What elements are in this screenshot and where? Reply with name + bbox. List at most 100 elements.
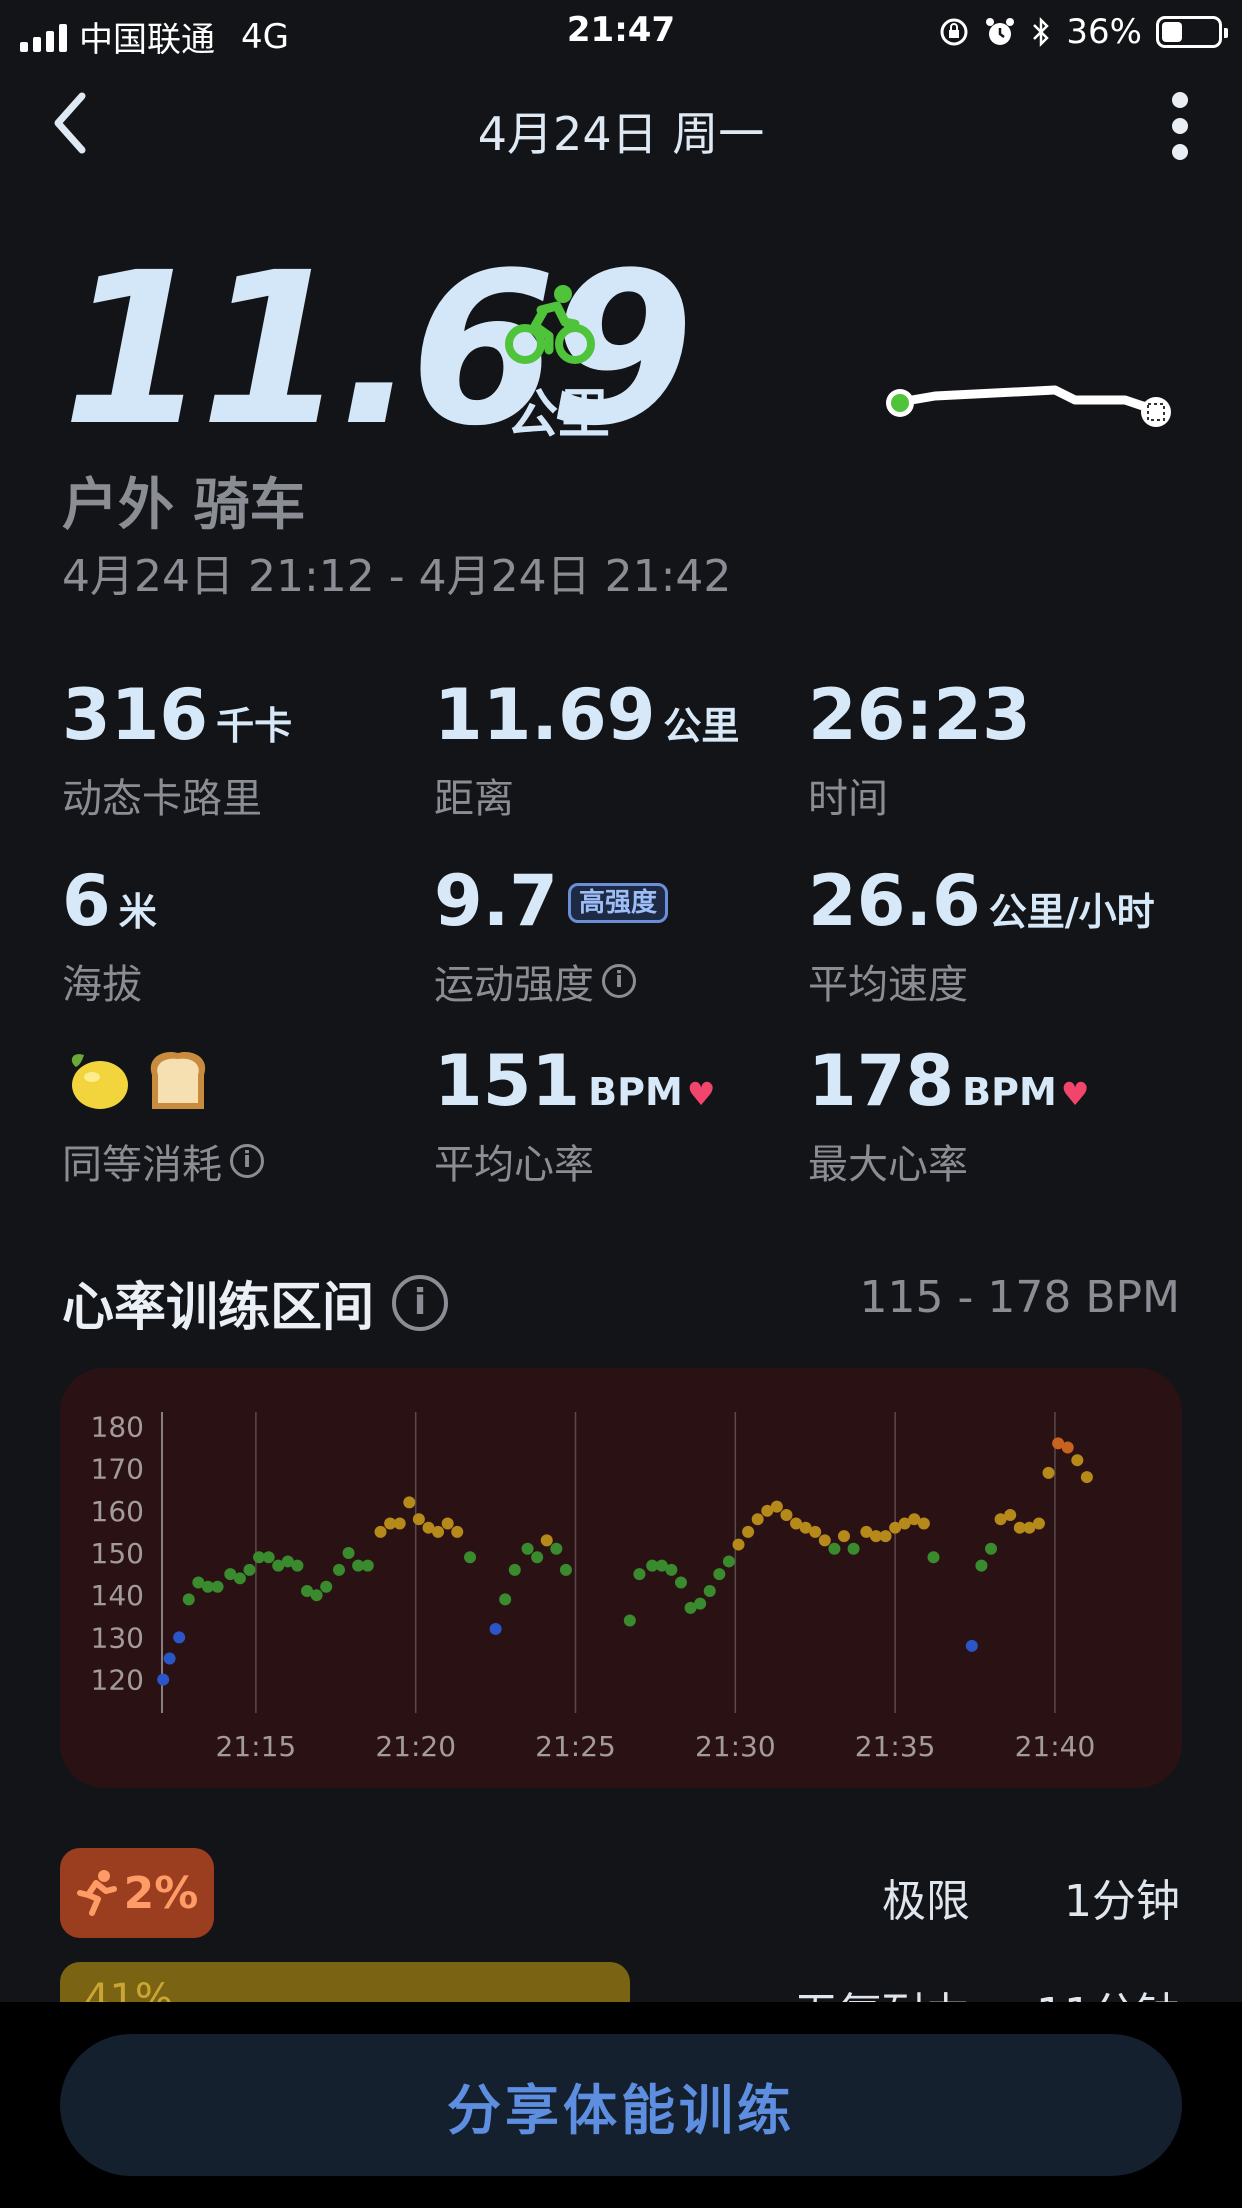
- hr-point: [182, 1593, 195, 1606]
- avg-hr-unit: BPM: [588, 1070, 683, 1114]
- hr-point: [975, 1559, 988, 1572]
- max-hr-label: 最大心率: [808, 1142, 968, 1188]
- bread-icon: [150, 1051, 206, 1109]
- elevation-label: 海拔: [62, 962, 142, 1008]
- info-icon[interactable]: i: [230, 1144, 264, 1178]
- x-tick-label: 21:30: [695, 1730, 776, 1763]
- duration-label: 时间: [808, 776, 888, 822]
- info-icon[interactable]: i: [392, 1274, 449, 1331]
- distance-unit: 公里: [663, 704, 740, 748]
- zone-extreme-pill[interactable]: 2%: [60, 1848, 214, 1938]
- hr-point: [927, 1551, 940, 1564]
- hr-point: [917, 1517, 930, 1530]
- hr-point: [751, 1513, 764, 1526]
- alarm-icon: [986, 18, 1015, 45]
- hr-point: [1032, 1517, 1045, 1530]
- hr-point: [432, 1525, 445, 1538]
- hr-point: [262, 1551, 275, 1564]
- hr-chart-svg: 180 170 160 150 140 130 120 21:15 21:20 21:25 21:3…: [91, 1410, 1096, 1763]
- avg-speed-value: 26.6: [808, 860, 981, 942]
- hr-point: [531, 1551, 544, 1564]
- stat-equivalent[interactable]: 同等消耗 i: [62, 1046, 264, 1190]
- avg-speed-unit: 公里/小时: [988, 890, 1155, 934]
- hr-point: [540, 1534, 553, 1547]
- route-map-thumbnail[interactable]: [875, 370, 1185, 450]
- workout-time-range: 4月24日 21:12 - 4月24日 21:42: [62, 551, 732, 602]
- equivalent-label: 同等消耗: [62, 1142, 222, 1188]
- bluetooth-icon: [1033, 16, 1050, 48]
- hr-point: [361, 1559, 374, 1572]
- stat-avg-speed: 26.6 公里/小时 平均速度: [808, 866, 1155, 1010]
- hr-zone-section-title: 心率训练区间 i: [62, 1265, 449, 1340]
- workout-type: 户外 骑车: [62, 473, 306, 538]
- hr-point: [451, 1525, 464, 1538]
- y-tick-label: 150: [91, 1537, 144, 1570]
- intensity-label: 运动强度: [434, 962, 594, 1008]
- share-workout-button[interactable]: 分享体能训练: [60, 2034, 1182, 2176]
- hr-point: [623, 1614, 636, 1627]
- hr-zone-title: 心率训练区间: [62, 1278, 375, 1338]
- x-tick-label: 21:35: [855, 1730, 936, 1763]
- hr-point: [722, 1555, 735, 1568]
- hr-point: [291, 1559, 304, 1572]
- hr-point: [818, 1534, 831, 1547]
- x-tick-label: 21:15: [216, 1730, 297, 1763]
- y-tick-label: 120: [91, 1664, 144, 1697]
- info-icon[interactable]: i: [602, 964, 636, 998]
- hr-point: [847, 1542, 860, 1555]
- max-hr-value: 178: [808, 1040, 955, 1122]
- hr-point: [243, 1563, 256, 1576]
- hr-point: [837, 1530, 850, 1543]
- hr-chart: 180 170 160 150 140 130 120 21:15 21:20 21:25 21:3…: [60, 1368, 1182, 1788]
- y-tick-label: 160: [91, 1495, 144, 1528]
- hr-point: [985, 1542, 998, 1555]
- avg-speed-label: 平均速度: [808, 962, 968, 1008]
- running-icon: [76, 1870, 117, 1916]
- hr-point: [157, 1673, 170, 1686]
- hr-point: [879, 1530, 892, 1543]
- hr-point: [1004, 1509, 1017, 1522]
- hr-point: [559, 1563, 572, 1576]
- x-tick-label: 21:20: [375, 1730, 456, 1763]
- hr-point: [633, 1568, 646, 1581]
- hr-point: [713, 1568, 726, 1581]
- hr-point: [163, 1652, 176, 1665]
- hr-point: [412, 1513, 425, 1526]
- hero-distance-unit: 公里: [506, 385, 611, 445]
- hr-point: [489, 1622, 502, 1635]
- zone-extreme-percent: 2%: [123, 1867, 199, 1919]
- hr-point: [1080, 1471, 1093, 1484]
- hr-point: [1071, 1454, 1084, 1467]
- stat-duration: 26:23 时间: [808, 680, 1031, 824]
- hr-point: [441, 1517, 454, 1530]
- more-options-button[interactable]: [1168, 92, 1192, 162]
- distance-label: 距离: [434, 776, 514, 822]
- hr-point: [780, 1509, 793, 1522]
- calories-value: 316: [62, 674, 209, 756]
- hr-point: [374, 1525, 387, 1538]
- intensity-badge: 高强度: [568, 883, 669, 923]
- hr-point: [332, 1563, 345, 1576]
- hr-point: [211, 1580, 224, 1593]
- stat-calories: 316 千卡 动态卡路里: [62, 680, 292, 824]
- hr-point: [1061, 1441, 1074, 1454]
- x-tick-label: 21:25: [535, 1730, 616, 1763]
- heart-icon: ♥: [1060, 1075, 1090, 1113]
- hr-point: [703, 1584, 716, 1597]
- lemon-icon: [71, 1054, 128, 1109]
- stat-distance: 11.69 公里 距离: [434, 680, 739, 824]
- stat-intensity[interactable]: 9.7 高强度 运动强度 i: [434, 866, 669, 1010]
- hr-point: [770, 1500, 783, 1513]
- y-tick-label: 180: [91, 1410, 144, 1443]
- hr-point: [508, 1563, 521, 1576]
- status-bar: 中国联通 4G 21:47 36%: [0, 0, 1242, 62]
- y-tick-label: 140: [91, 1579, 144, 1612]
- hr-point: [550, 1542, 563, 1555]
- duration-value: 26:23: [808, 674, 1031, 756]
- intensity-value: 9.7: [434, 860, 559, 942]
- hr-point: [828, 1542, 841, 1555]
- hr-point: [499, 1593, 512, 1606]
- hr-point: [965, 1639, 978, 1652]
- hr-point: [1042, 1466, 1055, 1479]
- hr-point: [233, 1572, 246, 1585]
